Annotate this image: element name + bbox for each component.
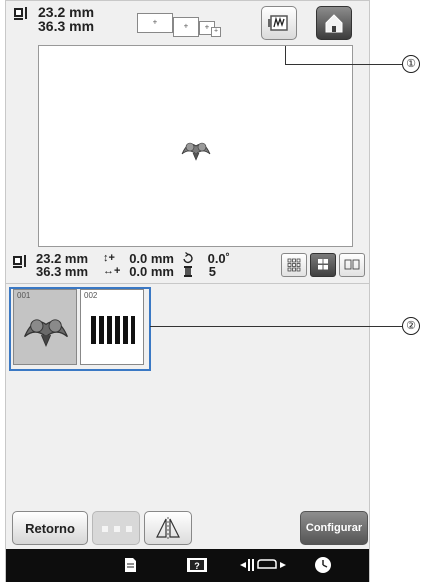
retorno-button[interactable]: Retorno (12, 511, 88, 545)
info-size-readout: 23.2 mm 36.3 mm (36, 252, 88, 278)
hoop-frame-icon (268, 15, 288, 31)
pattern-number: 001 (17, 291, 31, 300)
top-size-readout: 23.2 mm 36.3 mm (38, 5, 94, 33)
clock-icon[interactable] (312, 555, 334, 575)
mirror-icon (156, 517, 180, 539)
callout-1-marker: ① (402, 55, 420, 73)
dot-icon (102, 526, 108, 532)
horizontal-offset-value: 0.0 mm (129, 264, 174, 279)
svg-text:?: ? (194, 561, 200, 571)
pattern-size-icon (14, 7, 27, 20)
rotation-icon (183, 252, 193, 264)
callout-2-marker: ② (402, 317, 420, 335)
callout-1-connector (285, 46, 286, 64)
document-icon[interactable] (119, 555, 141, 575)
multi-select-button (92, 511, 140, 545)
bar-pattern-icon (91, 316, 135, 344)
hoop-medium-icon: + (173, 17, 199, 37)
top-width: 23.2 mm (38, 4, 95, 20)
embroidery-screen: 23.2 mm 36.3 mm + + + + 23.2 mm 36.3 mm … (5, 0, 370, 582)
grid-medium-icon (318, 259, 328, 270)
top-height: 36.3 mm (38, 18, 95, 34)
grid-large-icon (344, 259, 360, 270)
dot-icon (126, 526, 132, 532)
callout-1-line (285, 64, 402, 65)
pattern-list: 001 002 (6, 283, 369, 515)
hoop-xsmall-icon: + (211, 27, 221, 37)
needle-position-icon[interactable] (238, 555, 288, 575)
help-icon[interactable]: ? (184, 555, 210, 575)
bottom-controls: Retorno Configurar (6, 509, 369, 547)
pattern-card-002[interactable]: 002 (80, 289, 144, 365)
mirror-button[interactable] (144, 511, 192, 545)
view-large-button[interactable] (339, 253, 365, 277)
pattern-number: 002 (84, 291, 98, 300)
embroidered-motif-icon (181, 142, 211, 161)
pattern-size-icon (13, 255, 26, 268)
top-bar: 23.2 mm 36.3 mm + + + + (6, 1, 369, 47)
thread-spool-icon (184, 266, 192, 277)
embroidered-motif-icon (24, 319, 68, 347)
home-button[interactable] (316, 6, 352, 40)
grid-small-icon (287, 258, 301, 272)
pattern-preview[interactable] (38, 45, 353, 247)
pattern-card-001[interactable]: 001 (13, 289, 77, 365)
callout-2-line (150, 326, 402, 327)
home-icon (325, 14, 343, 33)
hoop-large-icon: + (137, 13, 173, 33)
dot-icon (114, 526, 120, 532)
view-grid-button[interactable] (281, 253, 307, 277)
view-medium-button[interactable] (310, 253, 336, 277)
hoop-size-indicator: + + + + (137, 13, 227, 43)
configurar-button[interactable]: Configurar (300, 511, 368, 545)
info-height: 36.3 mm (36, 264, 89, 279)
status-bar: ? (6, 549, 369, 582)
pattern-info-row: 23.2 mm 36.3 mm ↕+ 0.0 mm ↔+ 0.0 mm 0.0˚… (6, 249, 369, 281)
thread-change-count: 5 (208, 264, 216, 279)
hoop-frame-button[interactable] (261, 6, 297, 40)
